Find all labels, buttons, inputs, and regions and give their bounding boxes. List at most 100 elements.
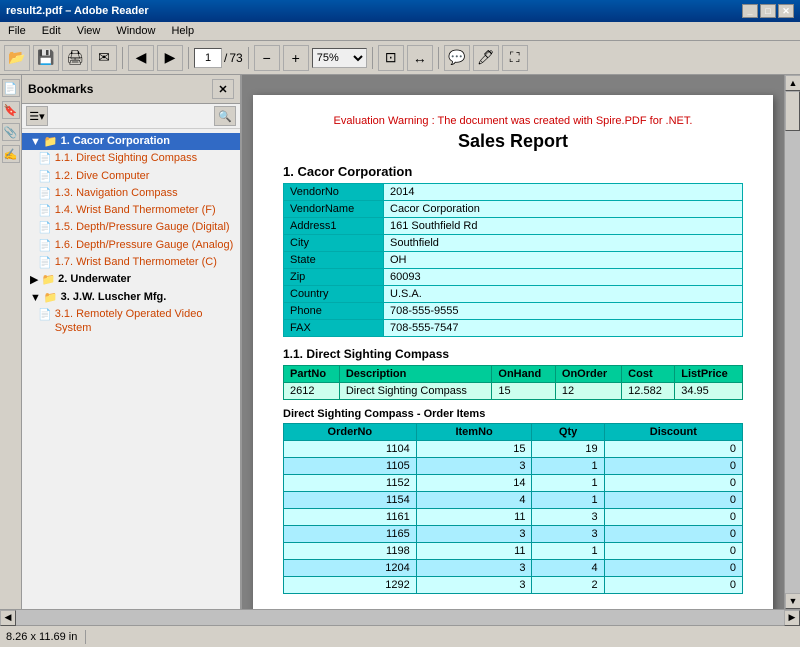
doc-icon-1-1: 📄 — [38, 152, 52, 166]
zoom-in-button[interactable]: + — [283, 45, 309, 71]
bookmark-label-1-1: 1.1. Direct Sighting Compass — [55, 151, 197, 165]
bookmark-item-3[interactable]: ▼ 📁 3. J.W. Luscher Mfg. — [22, 289, 240, 306]
bookmark-item-1-6[interactable]: 📄 1.6. Depth/Pressure Gauge (Analog) — [22, 237, 240, 254]
bookmark-item-1-2[interactable]: 📄 1.2. Dive Computer — [22, 168, 240, 185]
scroll-up-button[interactable]: ▲ — [785, 75, 800, 91]
menu-view[interactable]: View — [73, 24, 105, 38]
nav-icon-4[interactable]: ✍ — [2, 145, 20, 163]
order-item: 11 — [416, 543, 532, 560]
order-qty: 4 — [532, 560, 604, 577]
nav-icon-2[interactable]: 🔖 — [2, 101, 20, 119]
order-discount: 0 — [604, 441, 742, 458]
scroll-right-button[interactable]: ▶ — [784, 610, 800, 626]
maximize-button[interactable]: □ — [760, 4, 776, 18]
parts-table: PartNo Description OnHand OnOrder Cost L… — [283, 365, 743, 400]
highlight-button[interactable]: 🖊 — [473, 45, 499, 71]
separator3 — [248, 47, 249, 69]
bottom-scrollbar[interactable]: ◀ ▶ — [0, 609, 800, 625]
order-discount: 0 — [604, 492, 742, 509]
bm-options-button[interactable]: ☰▾ — [26, 106, 48, 126]
doc-icon-1-2: 📄 — [38, 170, 52, 184]
order-items-label: Direct Sighting Compass - Order Items — [283, 408, 743, 420]
menu-window[interactable]: Window — [112, 24, 159, 38]
page-number-input[interactable]: 1 — [194, 48, 222, 68]
page-separator: / — [224, 51, 227, 65]
order-row: 11981110 — [284, 543, 743, 560]
scroll-down-button[interactable]: ▼ — [785, 593, 800, 609]
bookmarks-title: Bookmarks — [28, 82, 93, 96]
part-no: 2612 — [284, 383, 340, 400]
next-page-button[interactable]: ▶ — [157, 45, 183, 71]
pdf-page: Evaluation Warning : The document was cr… — [253, 95, 773, 609]
parts-col-desc: Description — [339, 366, 492, 383]
parts-col-onorder: OnOrder — [555, 366, 621, 383]
scroll-thumb[interactable] — [785, 91, 800, 131]
menu-file[interactable]: File — [4, 24, 30, 38]
orders-col-orderno: OrderNo — [284, 424, 417, 441]
bookmark-label-3: 3. J.W. Luscher Mfg. — [61, 290, 167, 304]
email-button[interactable]: ✉ — [91, 45, 117, 71]
order-qty: 1 — [532, 492, 604, 509]
vendor-label: Phone — [284, 303, 384, 320]
comment-button[interactable]: 💬 — [444, 45, 470, 71]
bookmark-item-1-3[interactable]: 📄 1.3. Navigation Compass — [22, 185, 240, 202]
vendor-label: VendorNo — [284, 184, 384, 201]
bookmark-item-3-1[interactable]: 📄 3.1. Remotely Operated Video System — [22, 306, 240, 337]
open-button[interactable]: 📂 — [4, 45, 30, 71]
bookmark-item-1-1[interactable]: 📄 1.1. Direct Sighting Compass — [22, 150, 240, 167]
order-row: 110415190 — [284, 441, 743, 458]
vendor-value: 161 Southfield Rd — [384, 218, 743, 235]
parts-row: 2612Direct Sighting Compass151212.58234.… — [284, 383, 743, 400]
zoom-select[interactable]: 75% 100% 125% 150% — [312, 48, 367, 68]
fit-width-button[interactable]: ↔ — [407, 45, 433, 71]
section1-title: 1. Cacor Corporation — [283, 164, 743, 179]
vendor-row: VendorNameCacor Corporation — [284, 201, 743, 218]
order-no: 1161 — [284, 509, 417, 526]
page-dimensions: 8.26 x 11.69 in — [6, 631, 77, 643]
zoom-out-button[interactable]: − — [254, 45, 280, 71]
window-title: result2.pdf – Adobe Reader — [6, 5, 149, 17]
menu-help[interactable]: Help — [167, 24, 198, 38]
bookmark-item-cacor[interactable]: ▼ 📁 1. Cacor Corporation — [22, 133, 240, 150]
minimize-button[interactable]: _ — [742, 4, 758, 18]
vendor-table: VendorNo2014VendorNameCacor CorporationA… — [283, 183, 743, 337]
prev-page-button[interactable]: ◀ — [128, 45, 154, 71]
right-scrollbar[interactable]: ▲ ▼ — [784, 75, 800, 609]
print-button[interactable]: 🖨 — [62, 45, 88, 71]
scroll-left-button[interactable]: ◀ — [0, 610, 16, 626]
bm-search-button[interactable]: 🔍 — [214, 106, 236, 126]
scroll-track[interactable] — [785, 91, 800, 593]
folder-icon-2: 📁 — [41, 273, 55, 287]
order-item: 3 — [416, 577, 532, 594]
fullscreen-button[interactable]: ⛶ — [502, 45, 528, 71]
bookmark-item-1-5[interactable]: 📄 1.5. Depth/Pressure Gauge (Digital) — [22, 219, 240, 236]
window-controls[interactable]: _ □ ✕ — [742, 4, 794, 18]
save-button[interactable]: 💾 — [33, 45, 59, 71]
menu-edit[interactable]: Edit — [38, 24, 65, 38]
vendor-row: VendorNo2014 — [284, 184, 743, 201]
order-discount: 0 — [604, 560, 742, 577]
bookmark-label-1-4: 1.4. Wrist Band Thermometer (F) — [55, 203, 216, 217]
pdf-area[interactable]: Evaluation Warning : The document was cr… — [242, 75, 784, 609]
order-item: 4 — [416, 492, 532, 509]
folder-icon-cacor: 📁 — [44, 135, 58, 149]
doc-icon-1-3: 📄 — [38, 187, 52, 201]
order-no: 1165 — [284, 526, 417, 543]
order-discount: 0 — [604, 526, 742, 543]
orders-table: OrderNo ItemNo Qty Discount 110415190110… — [283, 423, 743, 594]
vendor-row: FAX708-555-7547 — [284, 320, 743, 337]
order-row: 1204340 — [284, 560, 743, 577]
fit-page-button[interactable]: ⊡ — [378, 45, 404, 71]
bookmark-item-1-7[interactable]: 📄 1.7. Wrist Band Thermometer (C) — [22, 254, 240, 271]
nav-icon-3[interactable]: 📎 — [2, 123, 20, 141]
bookmark-item-1-4[interactable]: 📄 1.4. Wrist Band Thermometer (F) — [22, 202, 240, 219]
nav-icon-1[interactable]: 📄 — [2, 79, 20, 97]
vendor-row: CountryU.S.A. — [284, 286, 743, 303]
bookmarks-close-button[interactable]: ✕ — [212, 79, 234, 99]
order-row: 1105310 — [284, 458, 743, 475]
close-button[interactable]: ✕ — [778, 4, 794, 18]
scroll-horizontal-track[interactable] — [16, 610, 784, 625]
order-qty: 1 — [532, 458, 604, 475]
bookmark-item-2[interactable]: ▶ 📁 2. Underwater — [22, 271, 240, 288]
order-no: 1204 — [284, 560, 417, 577]
